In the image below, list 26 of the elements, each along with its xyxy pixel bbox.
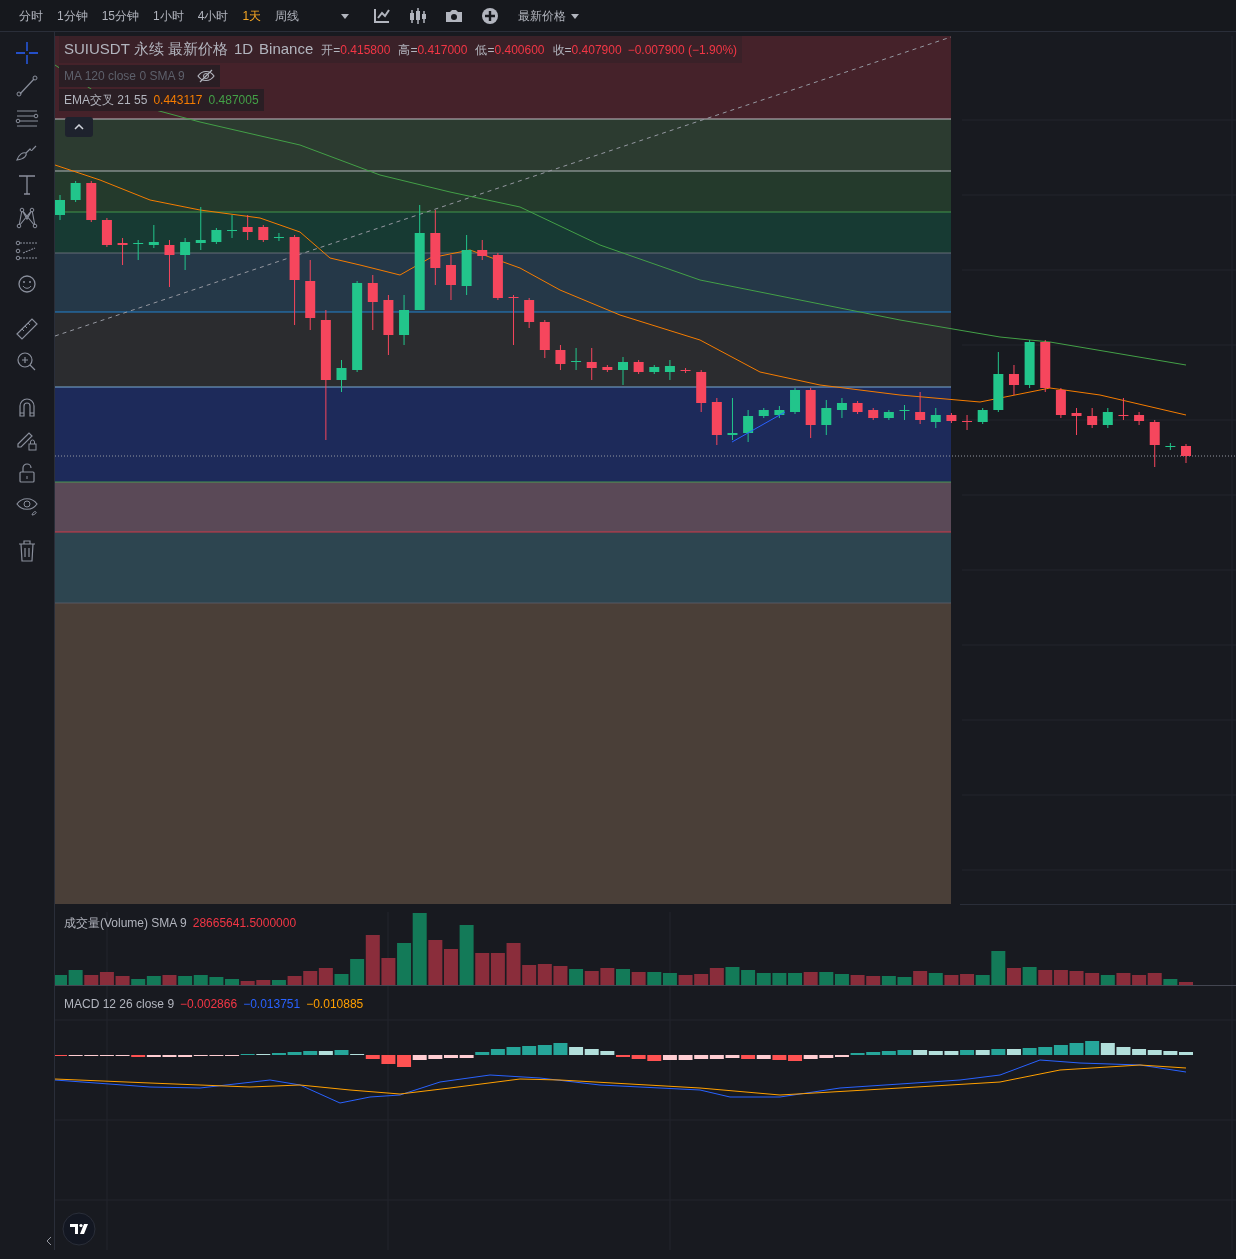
indicator-name: MA 120 close 0 SMA 9: [64, 67, 185, 85]
indicator-value: −0.010885: [306, 996, 364, 1013]
interval-tab[interactable]: 1小时: [146, 3, 191, 28]
interval-label: 1D: [233, 39, 254, 59]
ohlc-value: 低=0.400600: [475, 42, 545, 59]
interval-tab[interactable]: 分时: [12, 3, 50, 28]
indicator-name: 成交量(Volume) SMA 9: [64, 915, 187, 932]
indicator-value: 0.487005: [208, 91, 259, 109]
exchange-label: Binance: [259, 39, 314, 59]
indicator-value: −0.002866: [180, 996, 238, 1013]
indicator-value: 0.443117: [153, 91, 203, 109]
indicator-name: EMA交叉 21 55: [64, 91, 148, 109]
interval-tab[interactable]: 1分钟: [50, 3, 95, 28]
interval-tab[interactable]: 1天: [235, 3, 269, 28]
ohlc-value: 高=0.417000: [398, 42, 468, 59]
interval-tab[interactable]: 4小时: [190, 3, 236, 28]
ohlc-value: 收=0.407900: [552, 42, 622, 59]
symbol-title: SUIUSDT 永续 最新价格: [64, 39, 228, 59]
indicator-value: 28665641.5000000: [192, 915, 297, 932]
price-type-dropdown[interactable]: 最新价格: [514, 3, 585, 28]
price-change: −0.007900 (−1.90%): [627, 42, 738, 59]
interval-tab[interactable]: 15分钟: [94, 3, 147, 28]
ohlc-value: 开=0.415800: [321, 42, 391, 59]
indicator-name: MACD 12 26 close 9: [64, 996, 175, 1013]
indicator-value: −0.013751: [243, 996, 301, 1013]
interval-tab[interactable]: 周线: [268, 3, 307, 28]
